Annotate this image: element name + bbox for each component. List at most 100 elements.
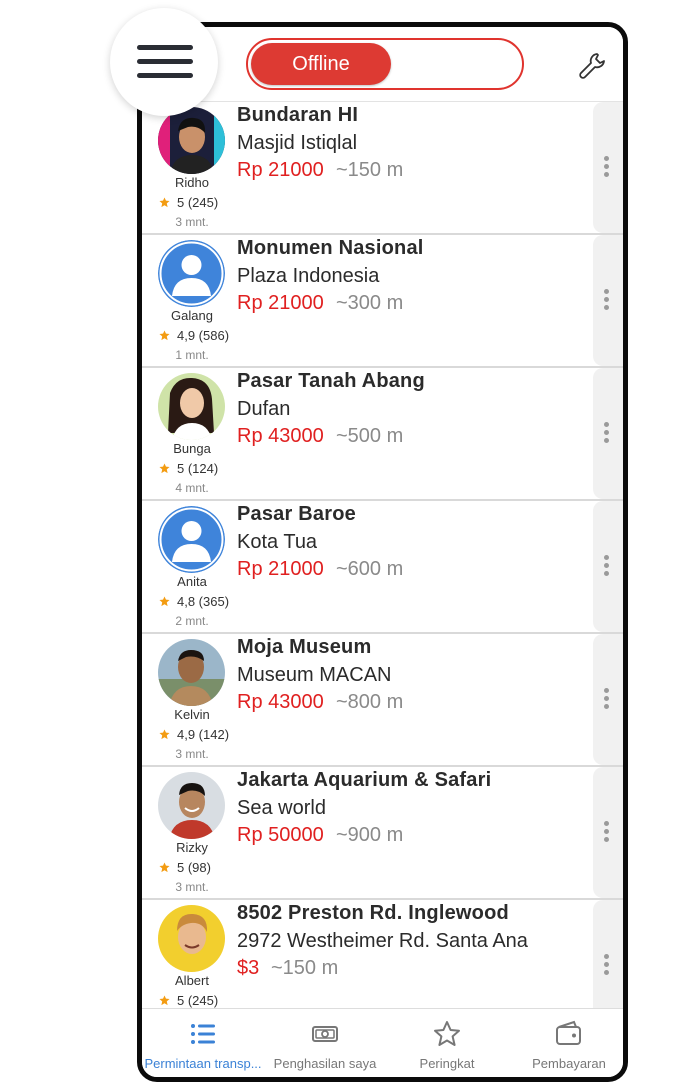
- money-icon: [310, 1019, 340, 1049]
- nav-item-list[interactable]: Permintaan transp...: [142, 1009, 264, 1077]
- destination-location: Masjid Istiqlal: [237, 132, 358, 154]
- more-options-button[interactable]: [593, 235, 623, 366]
- driver-name: Anita: [177, 574, 207, 589]
- more-vertical-icon: [604, 422, 610, 446]
- fare-price: Rp 43000: [237, 425, 324, 447]
- request-card[interactable]: Ridho 5 (245) 3 mnt. Bundaran HI Masjid Isti…: [142, 102, 623, 235]
- request-card[interactable]: Rizky 5 (98) 3 mnt. Jakarta Aquarium & Safa…: [142, 767, 623, 900]
- driver-rating: 5 (245): [159, 993, 218, 1008]
- more-vertical-icon: [604, 289, 610, 313]
- driver-name: Galang: [171, 308, 213, 323]
- more-vertical-icon: [604, 555, 610, 579]
- rating-value: 4,9 (142): [177, 727, 230, 742]
- destination-location: Dufan: [237, 398, 291, 420]
- star-icon: [432, 1019, 462, 1049]
- more-vertical-icon: [604, 688, 610, 712]
- driver-name: Rizky: [176, 840, 208, 855]
- pickup-location: Moja Museum: [237, 636, 372, 658]
- driver-rating: 5 (98): [159, 860, 211, 875]
- driver-avatar: [158, 373, 225, 440]
- hamburger-icon: [137, 59, 193, 64]
- more-vertical-icon: [604, 156, 610, 180]
- distance: ~150 m: [271, 957, 339, 979]
- star-icon: [159, 862, 170, 873]
- rating-value: 4,9 (586): [177, 328, 230, 343]
- nav-item-wallet[interactable]: Pembayaran: [508, 1009, 623, 1077]
- driver-rating: 4,9 (586): [159, 328, 229, 343]
- driver-name: Bunga: [173, 441, 211, 456]
- fare-price: $3: [237, 957, 260, 979]
- request-card[interactable]: Bunga 5 (124) 4 mnt. Pasar Tanah Abang Dufan…: [142, 368, 623, 501]
- rating-value: 5 (245): [177, 993, 219, 1008]
- destination-location: Plaza Indonesia: [237, 265, 380, 287]
- nav-item-star[interactable]: Peringkat: [386, 1009, 508, 1077]
- nav-label: Permintaan transp...: [144, 1056, 262, 1071]
- fare-price: Rp 43000: [237, 691, 324, 713]
- destination-location: Sea world: [237, 797, 326, 819]
- request-time: 1 mnt.: [175, 348, 209, 362]
- fare-price: Rp 21000: [237, 292, 324, 314]
- more-vertical-icon: [604, 954, 610, 978]
- driver-name: Kelvin: [174, 707, 210, 722]
- pickup-location: Pasar Baroe: [237, 503, 356, 525]
- request-time: 3 mnt.: [175, 880, 209, 894]
- more-options-button[interactable]: [593, 634, 623, 765]
- star-icon: [159, 197, 170, 208]
- nav-label: Peringkat: [419, 1056, 475, 1071]
- driver-rating: 4,8 (365): [159, 594, 229, 609]
- more-options-button[interactable]: [593, 767, 623, 898]
- hamburger-icon: [137, 45, 193, 50]
- more-options-button[interactable]: [593, 501, 623, 632]
- destination-location: Museum MACAN: [237, 664, 392, 686]
- pickup-location: Jakarta Aquarium & Safari: [237, 769, 492, 791]
- distance: ~900 m: [336, 824, 404, 846]
- driver-avatar: [158, 639, 225, 706]
- driver-rating: 5 (245): [159, 195, 218, 210]
- status-label: Offline: [251, 43, 391, 85]
- nav-item-money[interactable]: Penghasilan saya: [264, 1009, 386, 1077]
- online-status-toggle[interactable]: Offline: [246, 38, 524, 90]
- driver-avatar: [158, 506, 225, 573]
- more-options-button[interactable]: [593, 102, 623, 233]
- request-card[interactable]: Galang 4,9 (586) 1 mnt. Monumen Nasional Pla…: [142, 235, 623, 368]
- nav-label: Pembayaran: [532, 1056, 606, 1071]
- star-icon: [159, 995, 170, 1006]
- star-icon: [159, 463, 170, 474]
- request-card[interactable]: Kelvin 4,9 (142) 3 mnt. Moja Museum Museum M…: [142, 634, 623, 767]
- pickup-location: Bundaran HI: [237, 104, 359, 126]
- driver-avatar: [158, 240, 225, 307]
- driver-name: Albert: [175, 973, 209, 988]
- destination-location: Kota Tua: [237, 531, 318, 553]
- rating-value: 5 (245): [177, 195, 219, 210]
- driver-rating: 5 (124): [159, 461, 218, 476]
- request-time: 4 mnt.: [175, 481, 209, 495]
- nav-label: Penghasilan saya: [273, 1056, 377, 1071]
- wrench-icon[interactable]: [578, 51, 608, 81]
- request-card[interactable]: Anita 4,8 (365) 2 mnt. Pasar Baroe Kota Tua R…: [142, 501, 623, 634]
- hamburger-icon: [137, 73, 193, 78]
- destination-location: 2972 Westheimer Rd. Santa Ana: [237, 930, 528, 952]
- driver-avatar: [158, 905, 225, 972]
- distance: ~800 m: [336, 691, 404, 713]
- request-time: 2 mnt.: [175, 614, 209, 628]
- request-time: 3 mnt.: [175, 747, 209, 761]
- fare-price: Rp 21000: [237, 558, 324, 580]
- more-vertical-icon: [604, 821, 610, 845]
- star-icon: [159, 330, 170, 341]
- driver-name: Ridho: [175, 175, 209, 190]
- pickup-location: Monumen Nasional: [237, 237, 424, 259]
- rating-value: 5 (98): [177, 860, 211, 875]
- driver-rating: 4,9 (142): [159, 727, 229, 742]
- star-icon: [159, 596, 170, 607]
- bottom-navigation: Permintaan transp... Penghasilan saya Peri…: [142, 1008, 623, 1077]
- fare-price: Rp 21000: [237, 159, 324, 181]
- pickup-location: Pasar Tanah Abang: [237, 370, 425, 392]
- menu-button[interactable]: [110, 8, 218, 116]
- pickup-location: 8502 Preston Rd. Inglewood: [237, 902, 509, 924]
- more-options-button[interactable]: [593, 368, 623, 499]
- list-icon: [188, 1019, 218, 1049]
- distance: ~150 m: [336, 159, 404, 181]
- distance: ~500 m: [336, 425, 404, 447]
- wallet-icon: [554, 1019, 584, 1049]
- distance: ~300 m: [336, 292, 404, 314]
